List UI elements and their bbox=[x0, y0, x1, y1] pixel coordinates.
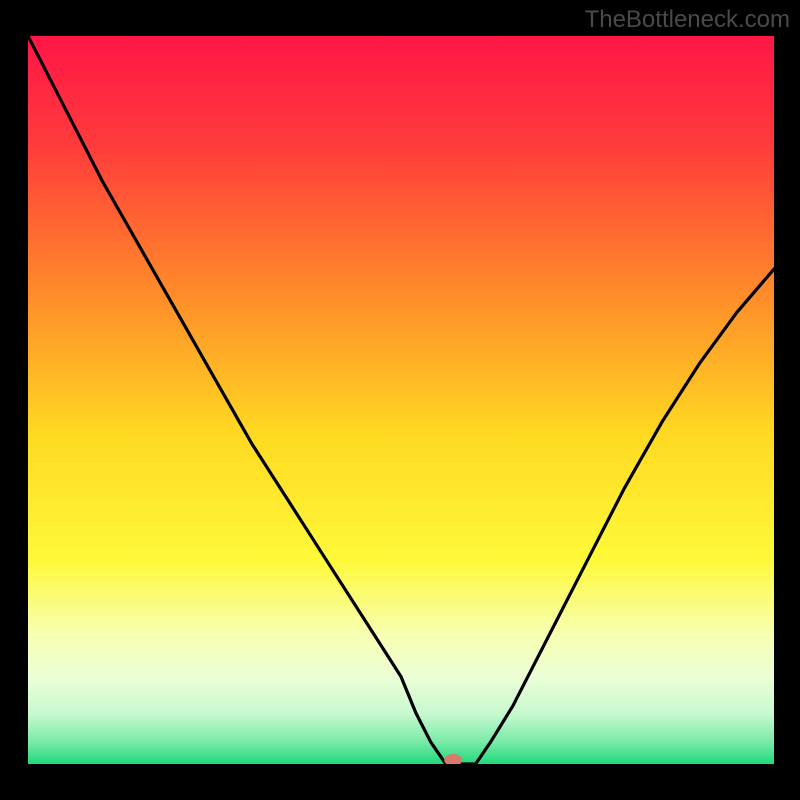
gradient-background bbox=[28, 36, 774, 764]
chart-svg bbox=[28, 36, 774, 764]
plot-area bbox=[28, 36, 774, 764]
chart-frame: TheBottleneck.com bbox=[0, 0, 800, 800]
watermark-label: TheBottleneck.com bbox=[585, 6, 790, 34]
